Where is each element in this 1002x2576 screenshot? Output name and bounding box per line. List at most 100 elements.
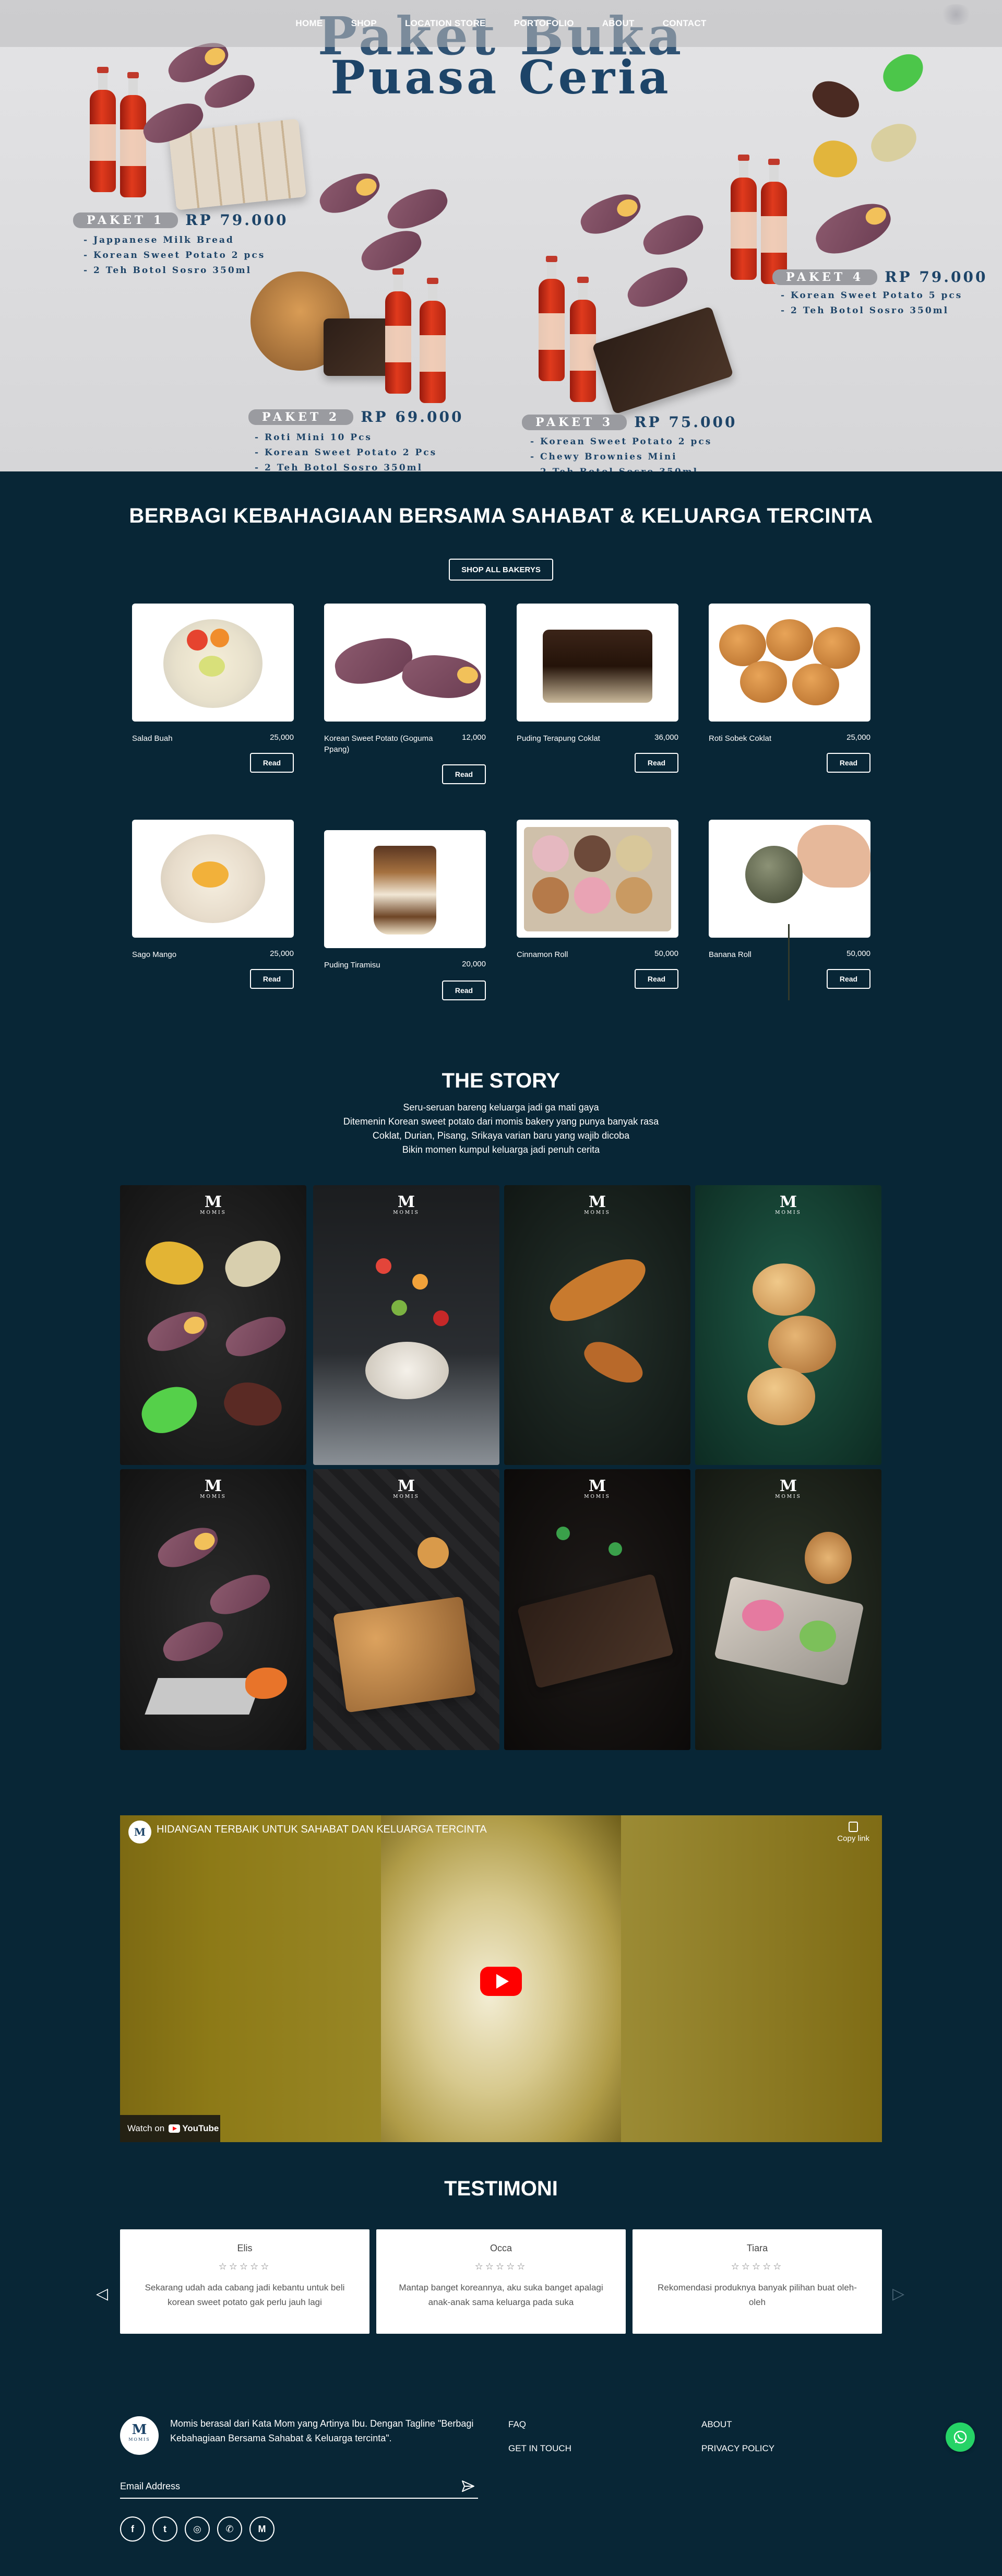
paket-1-label: PAKET 1 RP 79.000 <box>73 211 288 229</box>
momis-social-icon[interactable]: M <box>249 2516 275 2542</box>
read-button[interactable]: Read <box>827 753 870 773</box>
story-photo-potato-falling[interactable]: M MOMIS <box>120 1469 306 1750</box>
sweet-potato-image <box>638 209 708 261</box>
product-price: 25,000 <box>846 733 870 742</box>
paket-item: 2 Teh Botol Sosro 350ml <box>781 303 962 318</box>
nav-about[interactable]: ABOUT <box>602 18 635 29</box>
shop-all-button[interactable]: SHOP ALL BAKERYS <box>449 559 553 581</box>
nav-shop[interactable]: SHOP <box>351 18 377 29</box>
tea-bottle-image <box>568 277 598 402</box>
footer-link-faq[interactable]: FAQ <box>508 2419 526 2430</box>
paket-3-tag: PAKET 3 <box>522 414 627 430</box>
read-button[interactable]: Read <box>250 969 294 989</box>
product-image-roti-sobek-coklat[interactable] <box>709 604 870 722</box>
paket-item: 2 Teh Botol Sosro 350ml <box>530 465 712 471</box>
product-image-puding-terapung-coklat[interactable] <box>517 604 678 722</box>
story-line: Seru-seruan bareng keluarga jadi ga mati… <box>403 1102 599 1113</box>
read-button[interactable]: Read <box>442 764 486 784</box>
momis-logo: M MOMIS <box>200 1193 226 1216</box>
watch-on-label: Watch on <box>127 2123 165 2133</box>
product-name: Puding Tiramisu <box>324 961 380 970</box>
read-button[interactable]: Read <box>635 753 678 773</box>
story-photo-sugar-buns[interactable]: M MOMIS <box>313 1469 499 1750</box>
youtube-logo-icon: YouTube <box>169 2123 219 2134</box>
carousel-prev-arrow-icon[interactable]: ◁ <box>96 2285 108 2303</box>
product-price: 50,000 <box>654 949 678 958</box>
product-card[interactable]: Cinnamon Roll 50,000 Read <box>517 820 678 992</box>
youtube-video-embed[interactable]: M HIDANGAN TERBAIK UNTUK SAHABAT DAN KEL… <box>120 1815 882 2142</box>
durian-potato-image <box>866 118 922 167</box>
account-icon[interactable] <box>939 4 973 25</box>
product-card[interactable]: Korean Sweet Potato (Goguma Ppang) 12,00… <box>324 604 486 791</box>
social-links: f t ◎ ✆ M <box>120 2516 275 2542</box>
product-image-puding-tiramisu[interactable] <box>324 830 486 948</box>
paket-item: Jappanese Milk Bread <box>84 233 265 248</box>
product-image-salad-buah[interactable] <box>132 604 294 722</box>
footer-logo[interactable]: M MOMIS <box>120 2416 159 2455</box>
tea-bottle-image <box>536 256 567 381</box>
paket-1-price: RP 79.000 <box>185 211 289 229</box>
read-button[interactable]: Read <box>442 980 486 1000</box>
product-image-banana-roll[interactable] <box>709 820 870 938</box>
carousel-next-arrow-icon[interactable]: ▷ <box>892 2285 904 2303</box>
testimonial-text: Rekomendasi produknya banyak pilihan bua… <box>658 2283 857 2307</box>
footer-link-privacy-policy[interactable]: PRIVACY POLICY <box>701 2443 774 2454</box>
product-card[interactable]: Puding Tiramisu 20,000 Read <box>324 830 486 1002</box>
facebook-icon[interactable]: f <box>120 2516 145 2542</box>
story-photo-bread-buns[interactable]: M MOMIS <box>695 1185 881 1465</box>
product-image-korean-sweet-potato[interactable] <box>324 604 486 722</box>
story-line: Bikin momen kumpul keluarga jadi penuh c… <box>402 1144 600 1155</box>
video-title[interactable]: HIDANGAN TERBAIK UNTUK SAHABAT DAN KELUA… <box>157 1824 487 1836</box>
paket-item: Korean Sweet Potato 2 pcs <box>84 248 265 263</box>
twitter-icon[interactable]: t <box>152 2516 177 2542</box>
story-photo-bread-box[interactable]: M MOMIS <box>695 1469 881 1750</box>
footer-link-get-in-touch[interactable]: GET IN TOUCH <box>508 2443 571 2454</box>
momis-logo: M MOMIS <box>393 1477 420 1500</box>
read-button[interactable]: Read <box>635 969 678 989</box>
copy-icon <box>849 1822 858 1832</box>
whatsapp-icon[interactable]: ✆ <box>217 2516 242 2542</box>
product-card[interactable]: Sago Mango 25,000 Read <box>132 820 294 992</box>
footer-link-about[interactable]: ABOUT <box>701 2419 732 2430</box>
tea-bottle-image <box>729 155 759 280</box>
nav-contact[interactable]: CONTACT <box>663 18 707 29</box>
product-price: 25,000 <box>270 733 294 742</box>
instagram-icon[interactable]: ◎ <box>185 2516 210 2542</box>
testimonial-name: Elis <box>237 2243 253 2253</box>
play-button[interactable] <box>480 1967 522 1996</box>
story-photo-croissant[interactable]: M MOMIS <box>504 1185 690 1465</box>
product-price: 20,000 <box>462 960 486 968</box>
nav-portofolio[interactable]: PORTOFOLIO <box>514 18 574 29</box>
momis-logo: M MOMIS <box>393 1193 420 1216</box>
product-card[interactable]: Banana Roll 50,000 Read <box>709 820 870 1000</box>
channel-avatar[interactable]: M <box>128 1821 151 1844</box>
product-name: Roti Sobek Coklat <box>709 734 772 743</box>
tea-bottle-image <box>759 159 789 284</box>
product-card[interactable]: Salad Buah 25,000 Read <box>132 604 294 781</box>
read-button[interactable]: Read <box>827 969 870 989</box>
rating-stars-icon: ☆☆☆☆☆ <box>218 2261 271 2272</box>
story-photo-sweet-potato-variants[interactable]: M MOMIS <box>120 1185 306 1465</box>
brownies-box-image <box>592 306 734 415</box>
story-photo-brownies[interactable]: M MOMIS <box>504 1469 690 1750</box>
product-image-sago-mango[interactable] <box>132 820 294 938</box>
yellow-potato-image <box>809 135 862 184</box>
paket-item: Korean Sweet Potato 2 Pcs <box>255 445 437 460</box>
send-icon[interactable] <box>461 2480 475 2492</box>
hero-banner: Paket Buka Puasa Ceria PAKET 1 RP 79.000… <box>0 0 1002 471</box>
copy-link-button[interactable]: Copy link <box>837 1822 869 1843</box>
product-image-cinnamon-roll[interactable] <box>517 820 678 938</box>
nav-location-store[interactable]: LOCATION STORE <box>405 18 486 29</box>
sweet-potato-image <box>809 196 897 261</box>
product-card[interactable]: Puding Terapung Coklat 36,000 Read <box>517 604 678 781</box>
whatsapp-float-button[interactable] <box>946 2423 975 2452</box>
nav-home[interactable]: HOME <box>295 18 323 29</box>
product-card[interactable]: Roti Sobek Coklat 25,000 Read <box>709 604 870 781</box>
product-price: 50,000 <box>846 949 870 958</box>
story-photo-fruit-salad[interactable]: M MOMIS <box>313 1185 499 1465</box>
email-input[interactable] <box>120 2475 433 2498</box>
read-button[interactable]: Read <box>250 753 294 773</box>
paket-4-price: RP 79.000 <box>885 268 988 286</box>
watch-on-youtube-button[interactable]: Watch on YouTube <box>120 2115 220 2142</box>
paket-2-price: RP 69.000 <box>361 408 464 426</box>
